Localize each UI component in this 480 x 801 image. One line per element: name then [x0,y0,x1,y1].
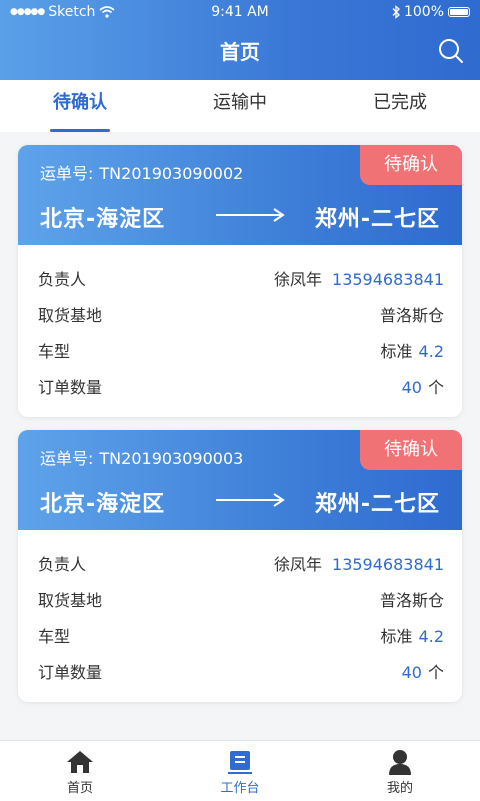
tab-label: 运输中 [213,92,267,113]
bluetooth-icon [392,5,400,19]
owner-label: 负责人 [38,270,87,289]
order-card[interactable]: 运单号: TN201903090002 待确认 北京-海淀区 郑州-二七区 负责人… [18,145,462,417]
owner-phone-link[interactable]: 13594683841 [332,270,444,289]
nav-label: 工作台 [220,781,260,796]
route-destination: 郑州-二七区 [314,492,440,517]
vehicle-row: 车型 标准 4.2 [38,334,444,370]
search-icon[interactable] [438,38,464,64]
status-tabs: 待确认 运输中 已完成 [0,80,480,132]
tab-label: 待确认 [53,92,107,113]
pickup-row: 取货基地 普洛斯仓 [38,583,444,619]
order-card-header: 运单号: TN201903090002 待确认 北京-海淀区 郑州-二七区 [18,145,462,245]
pickup-value: 普洛斯仓 [379,306,444,325]
nav-label: 首页 [66,781,93,796]
tab-pending[interactable]: 待确认 [0,80,160,132]
waybill-label: 运单号: [40,449,94,468]
quantity-label: 订单数量 [38,663,103,682]
vehicle-type: 标准 [380,342,413,361]
owner-name: 徐凤年 [274,555,323,574]
route-origin: 北京-海淀区 [40,492,166,517]
pickup-value: 普洛斯仓 [379,591,444,610]
pickup-label: 取货基地 [38,306,103,325]
active-tab-indicator [50,129,110,132]
arrow-right-icon [216,493,285,507]
order-card[interactable]: 运单号: TN201903090003 待确认 北京-海淀区 郑州-二七区 负责人… [18,430,462,702]
quantity-row: 订单数量 40 个 [38,655,444,691]
status-badge: 待确认 [360,430,462,470]
vehicle-size: 4.2 [418,627,444,646]
quantity-unit: 个 [427,663,444,682]
user-icon [389,750,411,775]
status-badge: 待确认 [360,145,462,185]
pickup-label: 取货基地 [38,591,103,610]
battery-icon [448,7,470,17]
page-title: 首页 [220,40,260,64]
home-icon [67,751,93,773]
owner-phone-link[interactable]: 13594683841 [332,555,444,574]
vehicle-row: 车型 标准 4.2 [38,619,444,655]
status-bar: ●●●●● Sketch 9:41 AM 100% [0,4,480,24]
app-header: ●●●●● Sketch 9:41 AM 100% 首页 [0,0,480,80]
tab-label: 已完成 [373,92,427,113]
workbench-icon [228,751,252,774]
nav-profile[interactable]: 我的 [320,741,480,801]
vehicle-label: 车型 [38,627,71,646]
vehicle-label: 车型 [38,342,71,361]
battery-percent: 100% [403,4,444,20]
owner-row: 负责人 徐凤年 13594683841 [38,547,444,583]
arrow-right-icon [216,208,285,222]
owner-label: 负责人 [38,555,87,574]
route-destination: 郑州-二七区 [314,207,440,232]
nav-workbench[interactable]: 工作台 [160,741,320,801]
tab-in-transit[interactable]: 运输中 [160,80,320,132]
waybill-line: 运单号: TN201903090003 [40,445,243,469]
quantity-row: 订单数量 40 个 [38,370,444,406]
bottom-nav: 首页 工作台 我的 [0,740,480,801]
quantity-value: 40 [401,663,422,682]
nav-home[interactable]: 首页 [0,741,160,801]
vehicle-type: 标准 [380,627,413,646]
waybill-number: TN201903090002 [99,164,244,183]
vehicle-size: 4.2 [418,342,444,361]
waybill-label: 运单号: [40,164,94,183]
route-origin: 北京-海淀区 [40,207,166,232]
order-card-header: 运单号: TN201903090003 待确认 北京-海淀区 郑州-二七区 [18,430,462,530]
waybill-line: 运单号: TN201903090002 [40,160,243,184]
owner-row: 负责人 徐凤年 13594683841 [38,262,444,298]
nav-label: 我的 [386,781,413,796]
tab-completed[interactable]: 已完成 [320,80,480,132]
quantity-unit: 个 [427,378,444,397]
owner-name: 徐凤年 [274,270,323,289]
quantity-value: 40 [401,378,422,397]
pickup-row: 取货基地 普洛斯仓 [38,298,444,334]
waybill-number: TN201903090003 [99,449,244,468]
quantity-label: 订单数量 [38,378,103,397]
